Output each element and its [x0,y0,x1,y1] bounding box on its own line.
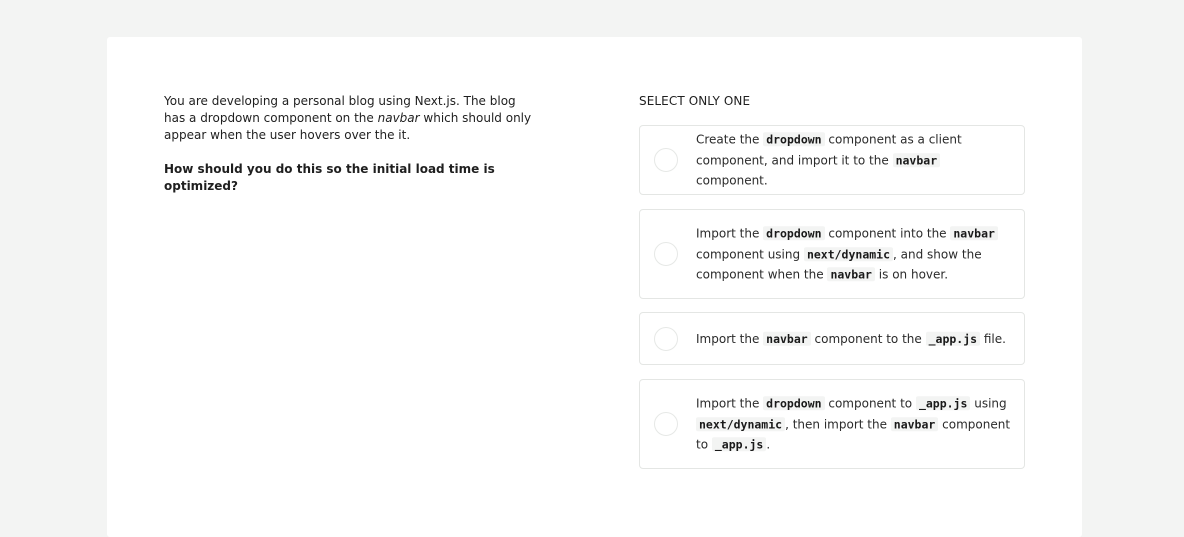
radio-button[interactable] [654,326,678,351]
code-token: dropdown [763,396,825,411]
quiz-card: You are developing a personal blog using… [107,37,1082,537]
code-token: navbar [892,152,941,167]
code-token: _app.js [711,437,767,452]
code-token: next/dynamic [696,416,786,431]
select-only-one-label: SELECT ONLY ONE [639,94,751,108]
option-text-segment: using [970,396,1007,411]
option-text-segment: component to the [810,331,926,346]
answer-option-1[interactable]: Create the dropdown component as a clien… [639,125,1025,195]
option-text-segment: component to [824,396,916,411]
code-token: navbar [950,226,998,241]
radio-button[interactable] [654,148,678,172]
answer-option-3[interactable]: Import the navbar component to the _app.… [639,312,1025,365]
answer-option-text: Import the dropdown component into the n… [696,223,1012,285]
option-text-segment: component. [696,173,768,188]
question-prompt: How should you do this so the initial lo… [164,162,495,193]
option-text-segment: Import the [696,396,764,411]
radio-button[interactable] [654,242,678,266]
answer-option-2[interactable]: Import the dropdown component into the n… [639,209,1025,299]
question-text: You are developing a personal blog using… [164,93,534,144]
option-text-segment: Import the [696,226,764,241]
option-text-segment: Create the [696,132,764,147]
code-token: navbar [890,416,939,431]
option-text-segment: component using [696,246,804,261]
option-text-segment: is on hover. [874,267,949,282]
answer-option-text: Import the navbar component to the _app.… [696,328,1012,349]
answer-option-text: Import the dropdown component to _app.js… [696,393,1012,455]
code-token: _app.js [925,331,981,346]
option-text-segment: component into the [824,226,951,241]
option-text-segment: , then import the [785,416,891,431]
radio-button[interactable] [654,412,678,436]
question-emphasis: navbar [377,111,420,125]
code-token: navbar [827,267,875,282]
code-token: dropdown [763,132,825,147]
option-text-segment: Import the [696,331,764,346]
option-text-segment: . [766,437,771,452]
code-token: _app.js [915,396,971,411]
answer-option-4[interactable]: Import the dropdown component to _app.js… [639,379,1025,469]
answer-option-text: Create the dropdown component as a clien… [696,129,1012,191]
code-token: dropdown [763,226,825,241]
option-text-segment: file. [980,331,1006,346]
code-token: navbar [763,331,811,346]
code-token: next/dynamic [803,246,894,261]
